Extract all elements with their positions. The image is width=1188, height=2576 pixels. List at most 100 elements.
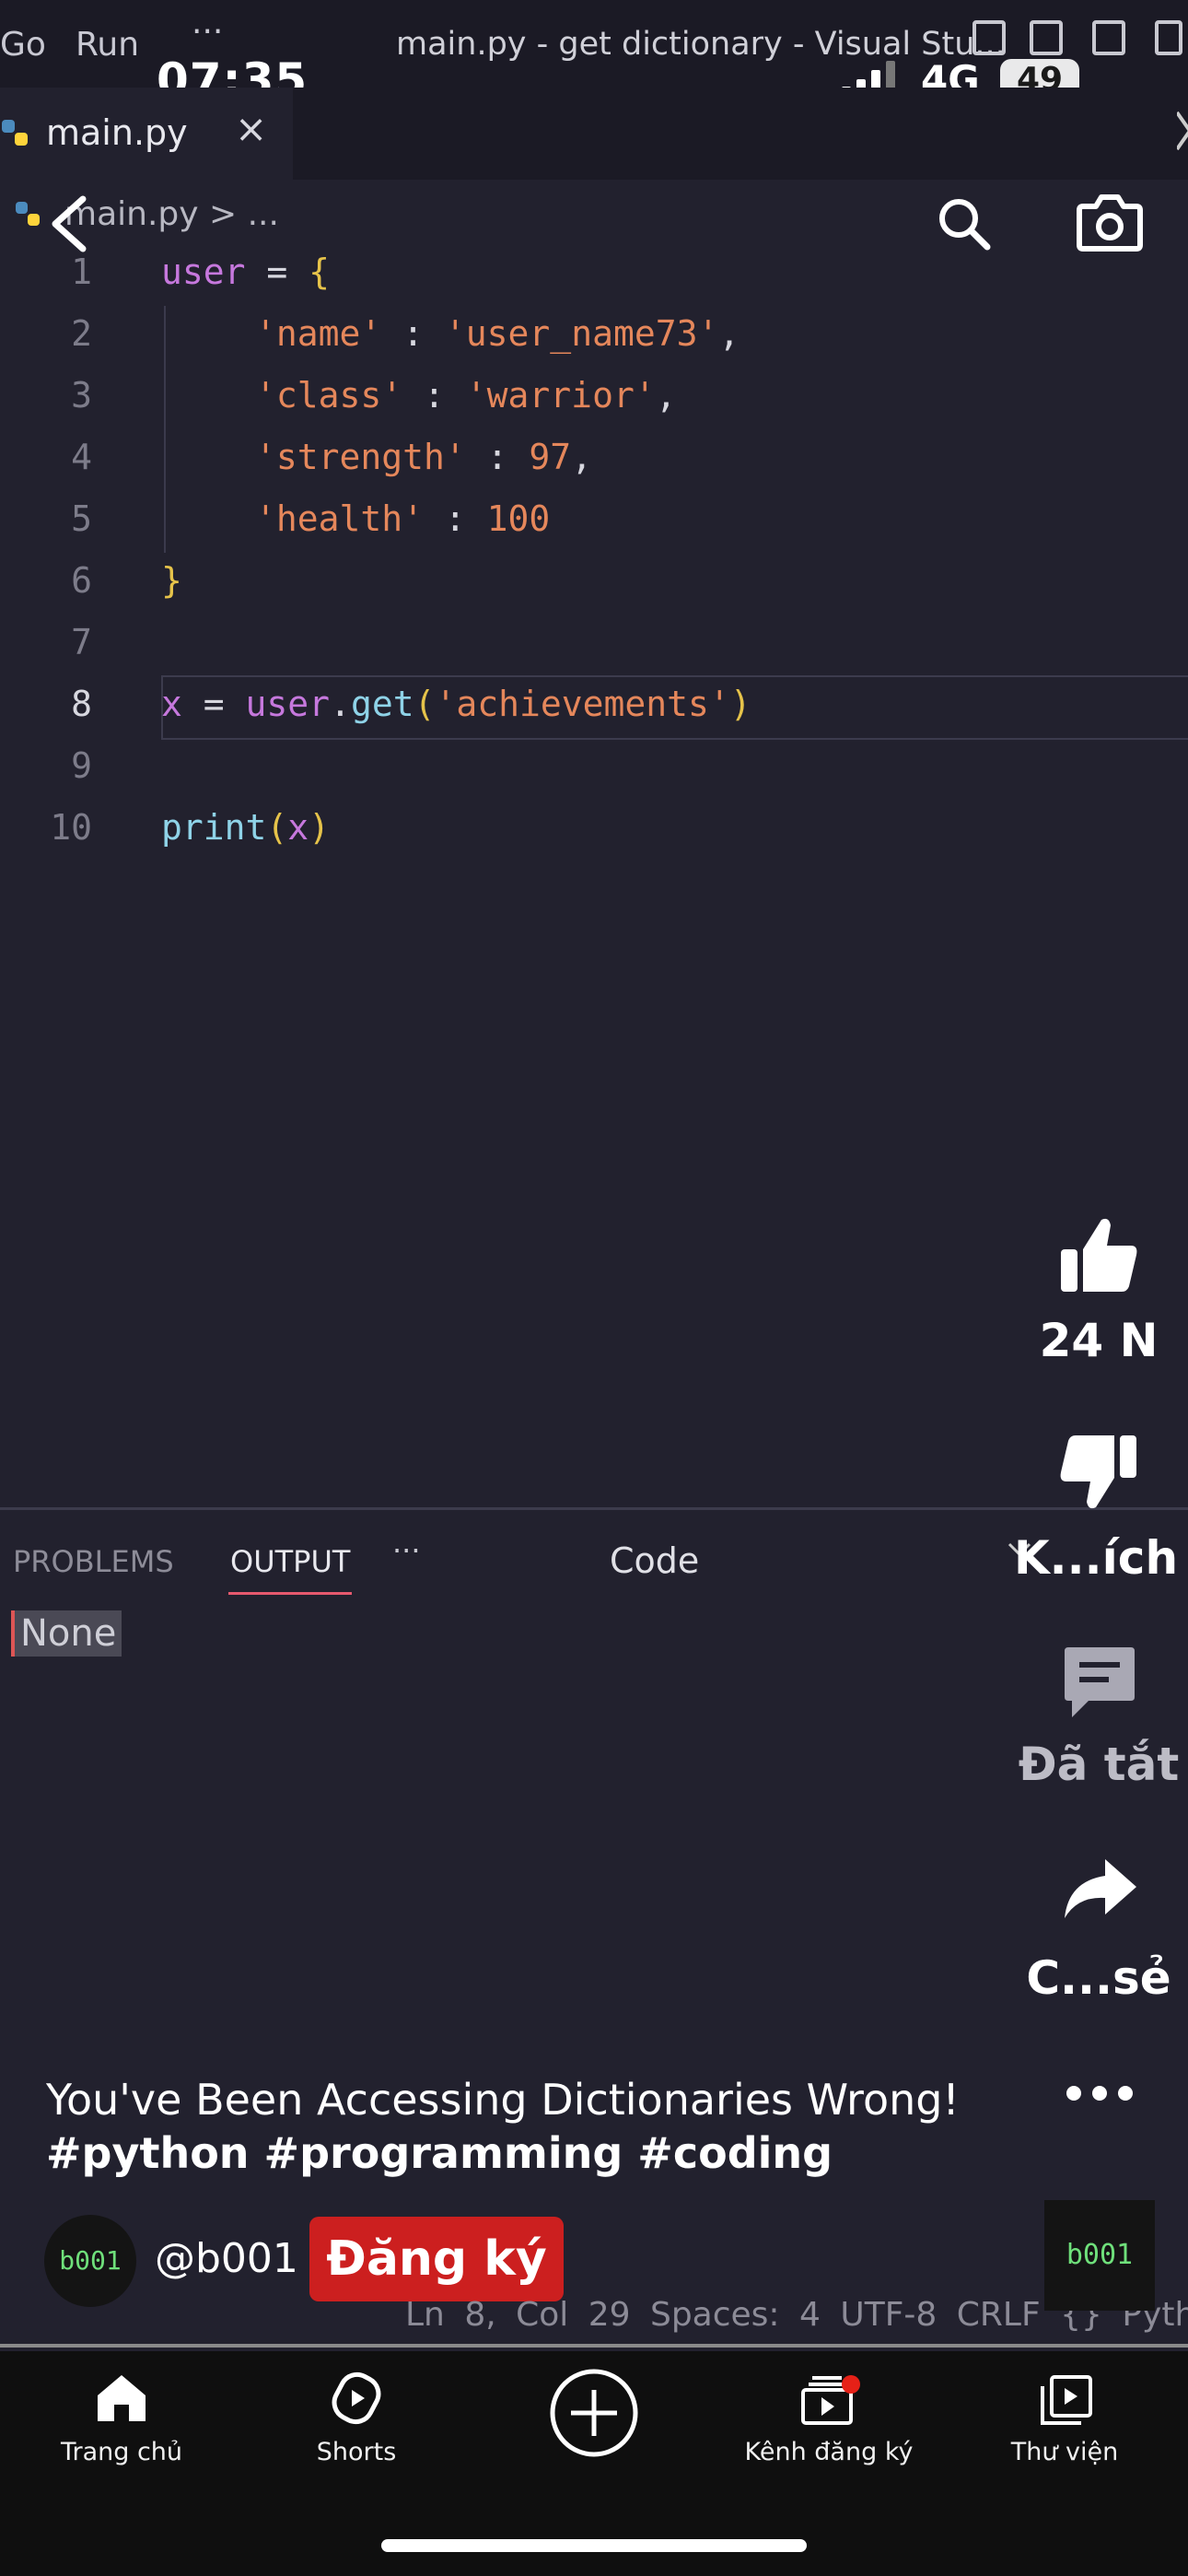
output-text: None — [11, 1610, 122, 1657]
code-line-10[interactable]: print(x) — [161, 807, 330, 848]
close-icon[interactable]: × — [235, 106, 267, 151]
code-token: x — [161, 684, 182, 724]
code-token: : — [381, 313, 445, 354]
code-line-1[interactable]: user = { — [161, 252, 330, 292]
toggle-sidebar-icon[interactable] — [973, 20, 1006, 55]
menu-go[interactable]: Go — [0, 26, 46, 64]
tab-output[interactable]: OUTPUT — [230, 1544, 350, 1579]
run-icon[interactable] — [1175, 111, 1188, 155]
menu-more[interactable]: ··· — [192, 13, 223, 51]
code-token: } — [161, 560, 182, 601]
like-icon[interactable] — [1057, 1216, 1140, 1299]
video-title[interactable]: You've Been Accessing Dictionaries Wrong… — [46, 2075, 960, 2125]
code-line-2[interactable]: 'name' : 'user_name73', — [255, 313, 740, 354]
line-number: 5 — [71, 498, 92, 539]
camera-icon[interactable] — [1076, 193, 1144, 256]
shorts-icon[interactable] — [330, 2370, 383, 2430]
like-count: 24 N — [1039, 1314, 1159, 1367]
line-number: 7 — [71, 622, 92, 662]
line-number: 1 — [71, 252, 92, 292]
line-number: 9 — [71, 745, 92, 786]
home-indicator[interactable] — [381, 2539, 807, 2552]
breadcrumb-file-icon — [15, 201, 42, 232]
code-token: 'achievements' — [435, 684, 730, 724]
code-token: 'health' — [255, 498, 425, 539]
tab-label: main.py — [46, 112, 188, 153]
code-token: ( — [266, 807, 288, 848]
more-options-icon[interactable] — [1065, 2084, 1135, 2106]
code-token: 100 — [486, 498, 551, 539]
share-icon[interactable] — [1061, 1856, 1138, 1926]
active-tab-indicator — [228, 1592, 352, 1595]
code-token: ) — [729, 684, 751, 724]
code-token: get — [350, 684, 414, 724]
subscribe-button[interactable]: Đăng ký — [309, 2217, 564, 2301]
library-icon[interactable] — [1039, 2373, 1094, 2430]
home-icon[interactable] — [96, 2373, 147, 2427]
tab-problems[interactable]: PROBLEMS — [13, 1544, 174, 1579]
window-title: main.py - get dictionary - Visual Stu... — [396, 26, 1006, 63]
code-token: { — [309, 252, 331, 292]
toggle-panel-icon[interactable] — [1030, 20, 1063, 55]
dislike-label: K...ích — [1013, 1531, 1179, 1585]
code-line-8[interactable]: x = user.get('achievements') — [161, 684, 751, 724]
code-token: 97 — [529, 437, 572, 477]
create-icon[interactable] — [549, 2368, 639, 2462]
nav-home-label[interactable]: Trang chủ — [11, 2438, 232, 2466]
code-token: print — [161, 807, 267, 848]
code-token: x — [287, 807, 309, 848]
video-progress-bar[interactable] — [0, 2344, 1188, 2348]
code-token: , — [718, 313, 740, 354]
code-token: user — [161, 252, 246, 292]
comments-disabled-label: Đã tắt — [1018, 1738, 1180, 1791]
panel-divider — [0, 1507, 1188, 1510]
line-number-current: 8 — [71, 684, 92, 724]
nav-library-label[interactable]: Thư viện — [954, 2438, 1175, 2466]
code-token: : — [402, 375, 466, 416]
code-token: 'class' — [255, 375, 403, 416]
code-line-5[interactable]: 'health' : 100 — [255, 498, 550, 539]
toggle-secondary-sidebar-icon[interactable] — [1092, 20, 1125, 55]
line-number: 6 — [71, 560, 92, 601]
code-token: 'warrior' — [465, 375, 656, 416]
code-token: 'name' — [255, 313, 382, 354]
python-file-icon — [0, 118, 31, 153]
back-icon[interactable] — [46, 195, 92, 256]
sound-thumbnail[interactable]: b001 — [1044, 2200, 1155, 2311]
output-source-select[interactable]: Code — [610, 1540, 699, 1581]
code-line-4[interactable]: 'strength' : 97, — [255, 437, 592, 477]
panel-more-icon[interactable]: ··· — [392, 1533, 421, 1568]
channel-handle[interactable]: @b001 — [155, 2235, 298, 2282]
code-line-3[interactable]: 'class' : 'warrior', — [255, 375, 677, 416]
indent-guide — [164, 306, 166, 553]
channel-avatar[interactable]: b001 — [44, 2215, 136, 2307]
code-token: user — [245, 684, 331, 724]
code-token: ( — [413, 684, 436, 724]
code-token: , — [571, 437, 593, 477]
nav-shorts-label[interactable]: Shorts — [246, 2438, 467, 2466]
code-token: = — [181, 684, 246, 724]
share-label: C...sẻ — [1026, 1951, 1171, 2005]
code-token: = — [245, 252, 309, 292]
breadcrumb[interactable]: main.py > ... — [64, 195, 279, 233]
code-token: 'user_name73' — [444, 313, 719, 354]
code-token: . — [330, 684, 351, 724]
code-token: , — [655, 375, 677, 416]
line-number: 2 — [71, 313, 92, 354]
search-icon[interactable] — [936, 195, 993, 256]
line-number: 3 — [71, 375, 92, 416]
code-token: : — [465, 437, 530, 477]
comment-icon[interactable] — [1061, 1644, 1138, 1725]
code-token: : — [424, 498, 487, 539]
code-token: 'strength' — [255, 437, 466, 477]
dislike-icon[interactable] — [1057, 1432, 1140, 1515]
layout-icon[interactable] — [1155, 20, 1182, 55]
code-line-6[interactable]: } — [161, 560, 182, 601]
subscriptions-icon[interactable] — [799, 2373, 862, 2430]
menu-run[interactable]: Run — [76, 26, 139, 64]
nav-subscriptions-label[interactable]: Kênh đăng ký — [718, 2438, 939, 2466]
line-number: 10 — [50, 807, 92, 848]
video-hashtags[interactable]: #python #programming #coding — [46, 2128, 833, 2178]
code-token: ) — [309, 807, 331, 848]
line-number: 4 — [71, 437, 92, 477]
